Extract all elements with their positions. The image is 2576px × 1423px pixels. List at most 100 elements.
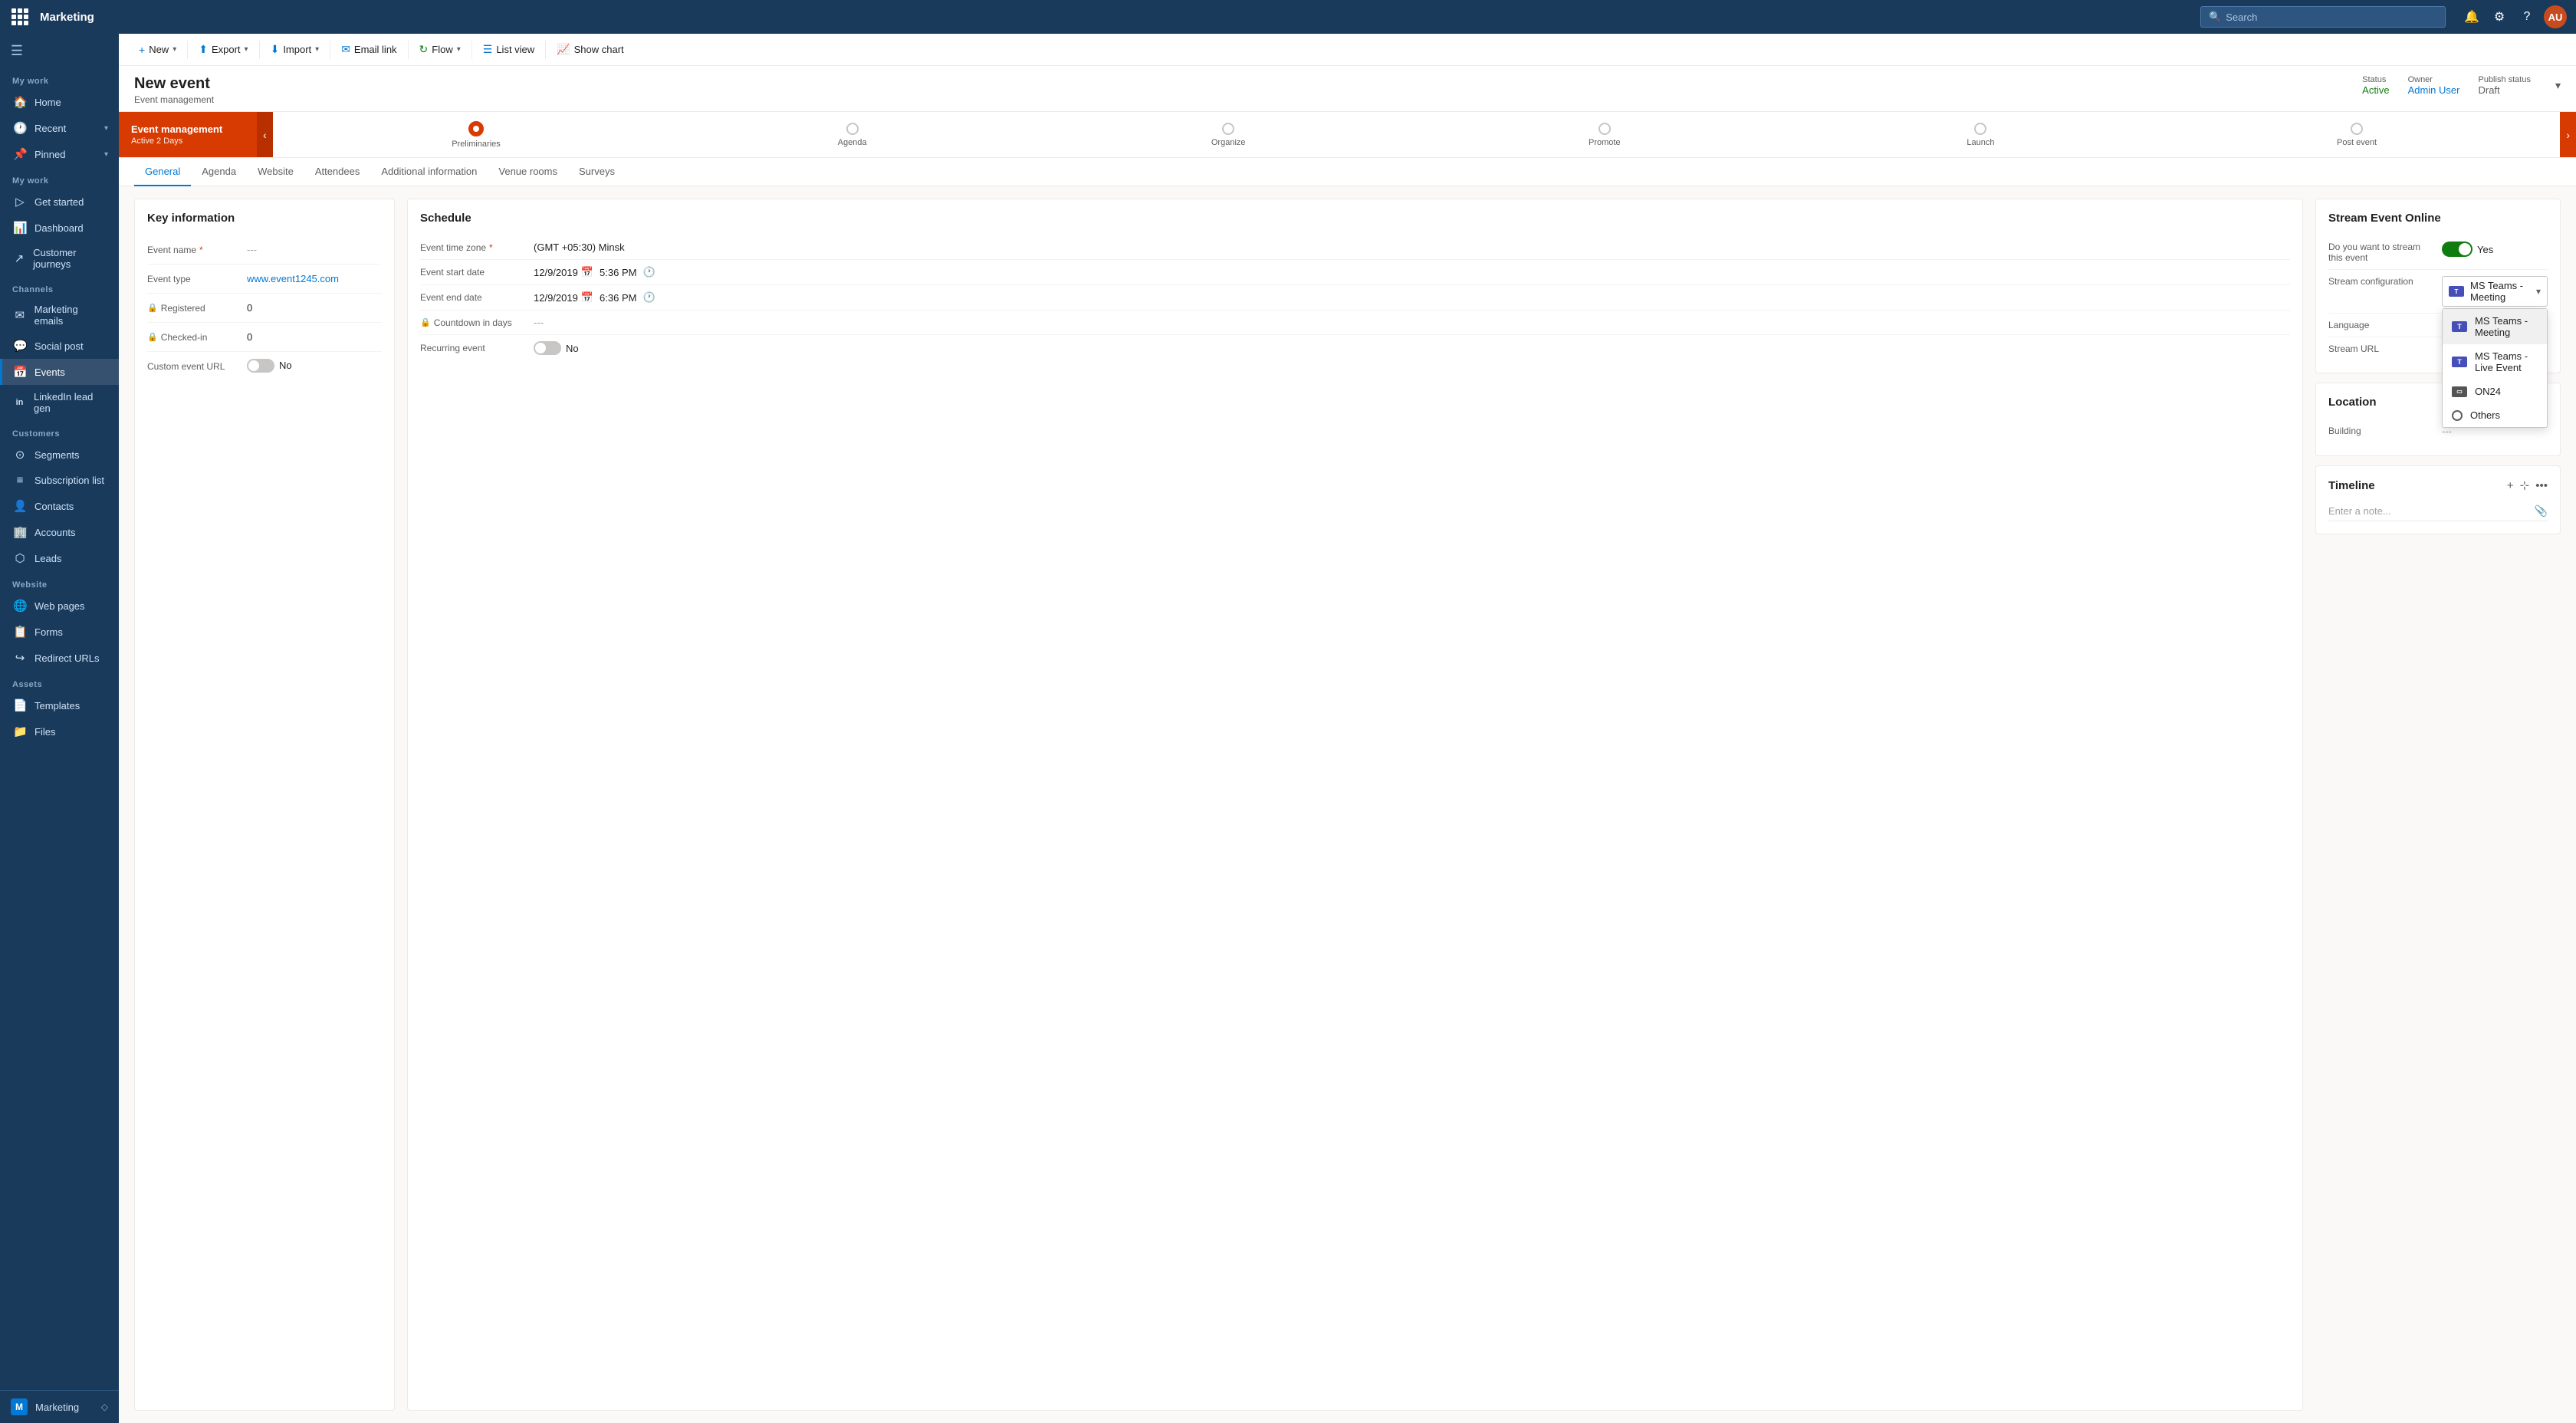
recurring-toggle[interactable]: No: [534, 341, 579, 355]
tab-general[interactable]: General: [134, 158, 191, 186]
sidebar-item-templates[interactable]: 📄 Templates: [0, 692, 119, 718]
tab-surveys[interactable]: Surveys: [568, 158, 626, 186]
stream-config-field: Stream configuration T MS Teams - Meetin…: [2328, 270, 2548, 314]
paperclip-icon[interactable]: 📎: [2535, 504, 2548, 518]
timeline-input-row[interactable]: Enter a note... 📎: [2328, 501, 2548, 521]
active-stage-title: Event management: [131, 123, 222, 135]
show-chart-button[interactable]: 📈 Show chart: [549, 38, 631, 61]
language-label: Language: [2328, 320, 2436, 330]
timeline-placeholder: Enter a note...: [2328, 505, 2528, 517]
marketing-icon: M: [11, 1398, 28, 1415]
progress-bar: Event management Active 2 Days ‹ Prelimi…: [119, 112, 2576, 158]
toggle-switch[interactable]: [247, 359, 274, 373]
event-type-value[interactable]: www.event1245.com: [247, 273, 382, 284]
sidebar-item-linkedin[interactable]: in LinkedIn lead gen: [0, 385, 119, 420]
sidebar-item-label: Subscription list: [34, 475, 104, 486]
stream-config-select[interactable]: T MS Teams - Meeting ▾: [2442, 276, 2548, 307]
progress-nav-right[interactable]: ›: [2560, 112, 2576, 157]
sidebar-item-segments[interactable]: ⊙ Segments: [0, 442, 119, 468]
progress-nav-left[interactable]: ‹: [257, 112, 273, 157]
new-button-label: New: [149, 44, 169, 55]
avatar[interactable]: AU: [2544, 5, 2567, 28]
clock-icon[interactable]: 🕐: [642, 266, 655, 278]
sidebar-item-leads[interactable]: ⬡ Leads: [0, 545, 119, 571]
active-stage-sub: Active 2 Days: [131, 136, 222, 146]
accounts-icon: 🏢: [13, 525, 27, 539]
dropdown-option-ms-teams-live[interactable]: T MS Teams - Live Event: [2443, 344, 2547, 380]
settings-icon[interactable]: ⚙: [2489, 6, 2510, 28]
clock-icon[interactable]: 🕐: [642, 291, 655, 304]
email-link-button[interactable]: ✉ Email link: [334, 38, 404, 61]
stage-post-event[interactable]: Post event: [2169, 123, 2545, 147]
sidebar-item-forms[interactable]: 📋 Forms: [0, 619, 119, 645]
sidebar-item-events[interactable]: 📅 Events: [0, 359, 119, 385]
end-date-input[interactable]: 12/9/2019 📅: [534, 291, 593, 304]
tab-attendees[interactable]: Attendees: [304, 158, 371, 186]
publish-status-value: Draft: [2478, 84, 2499, 96]
sidebar-item-customer-journeys[interactable]: ↗ Customer journeys: [0, 241, 119, 276]
sidebar-item-social-post[interactable]: 💬 Social post: [0, 333, 119, 359]
sidebar-item-accounts[interactable]: 🏢 Accounts: [0, 519, 119, 545]
end-date-value: 12/9/2019 📅 6:36 PM 🕐: [534, 291, 2290, 304]
sidebar-item-contacts[interactable]: 👤 Contacts: [0, 493, 119, 519]
notification-icon[interactable]: 🔔: [2461, 6, 2482, 28]
list-view-button[interactable]: ☰ List view: [475, 38, 542, 61]
countdown-label: 🔒 Countdown in days: [420, 317, 527, 328]
stage-circle: [1974, 123, 1986, 135]
top-navigation: Marketing 🔍 🔔 ⚙ ? AU: [0, 0, 2576, 34]
building-label: Building: [2328, 426, 2436, 436]
header-chevron-icon[interactable]: ▾: [2555, 79, 2561, 92]
import-button[interactable]: ⬇ Import ▾: [263, 38, 327, 61]
custom-url-toggle[interactable]: No: [247, 359, 292, 373]
flow-button[interactable]: ↻ Flow ▾: [412, 38, 468, 61]
tab-venue-rooms[interactable]: Venue rooms: [488, 158, 568, 186]
sidebar-item-pinned[interactable]: 📌 Pinned ▾: [0, 141, 119, 167]
stage-promote[interactable]: Promote: [1417, 123, 1793, 147]
export-button[interactable]: ⬆ Export ▾: [191, 38, 255, 61]
forms-icon: 📋: [13, 625, 27, 639]
stage-circle: [1222, 123, 1234, 135]
sidebar-item-marketing-emails[interactable]: ✉ Marketing emails: [0, 297, 119, 333]
timeline-more-icon[interactable]: •••: [2535, 479, 2548, 492]
dropdown-option-ms-teams-meeting[interactable]: T MS Teams - Meeting: [2443, 309, 2547, 344]
sidebar-item-label: Templates: [34, 700, 80, 712]
start-date-input[interactable]: 12/9/2019 📅: [534, 266, 593, 278]
sidebar-item-redirect-urls[interactable]: ↪ Redirect URLs: [0, 645, 119, 671]
sidebar-item-recent[interactable]: 🕐 Recent ▾: [0, 115, 119, 141]
toggle-switch[interactable]: [534, 341, 561, 355]
waffle-menu[interactable]: [9, 6, 31, 28]
stage-preliminaries[interactable]: Preliminaries: [288, 121, 665, 149]
calendar-icon[interactable]: 📅: [581, 291, 593, 304]
end-date-field: Event end date 12/9/2019 📅 6:36 PM 🕐: [420, 285, 2290, 311]
stage-agenda[interactable]: Agenda: [664, 123, 1040, 147]
event-name-value[interactable]: ---: [247, 244, 382, 255]
stream-toggle[interactable]: Yes: [2442, 242, 2493, 257]
sidebar-item-get-started[interactable]: ▷ Get started: [0, 189, 119, 215]
tab-website[interactable]: Website: [247, 158, 304, 186]
stage-organize[interactable]: Organize: [1040, 123, 1417, 147]
search-bar[interactable]: 🔍: [2200, 6, 2446, 28]
sidebar-item-subscription-list[interactable]: ≡ Subscription list: [0, 468, 119, 493]
chevron-down-icon: ▾: [104, 124, 108, 133]
help-icon[interactable]: ?: [2516, 6, 2538, 28]
tab-agenda[interactable]: Agenda: [191, 158, 247, 186]
stream-toggle-switch[interactable]: [2442, 242, 2472, 257]
sidebar-item-label: Customer journeys: [33, 247, 108, 270]
dropdown-option-others[interactable]: Others: [2443, 403, 2547, 427]
calendar-icon[interactable]: 📅: [581, 266, 593, 278]
stage-circle: [2351, 123, 2363, 135]
tab-additional[interactable]: Additional information: [370, 158, 488, 186]
sidebar-item-dashboard[interactable]: 📊 Dashboard: [0, 215, 119, 241]
timeline-add-icon[interactable]: +: [2507, 479, 2514, 492]
sidebar-collapse-button[interactable]: ☰: [0, 34, 34, 67]
sidebar-item-home[interactable]: 🏠 Home: [0, 89, 119, 115]
sidebar-item-files[interactable]: 📁 Files: [0, 718, 119, 744]
stage-launch[interactable]: Launch: [1792, 123, 2169, 147]
owner-value[interactable]: Admin User: [2408, 84, 2460, 96]
new-button[interactable]: + New ▾: [131, 39, 184, 61]
sidebar-bottom-marketing[interactable]: M Marketing ◇: [0, 1391, 119, 1423]
timeline-filter-icon[interactable]: ⊹: [2520, 478, 2530, 492]
dropdown-option-on24[interactable]: ▭ ON24: [2443, 380, 2547, 403]
sidebar-item-web-pages[interactable]: 🌐 Web pages: [0, 593, 119, 619]
search-input[interactable]: [2226, 12, 2437, 23]
